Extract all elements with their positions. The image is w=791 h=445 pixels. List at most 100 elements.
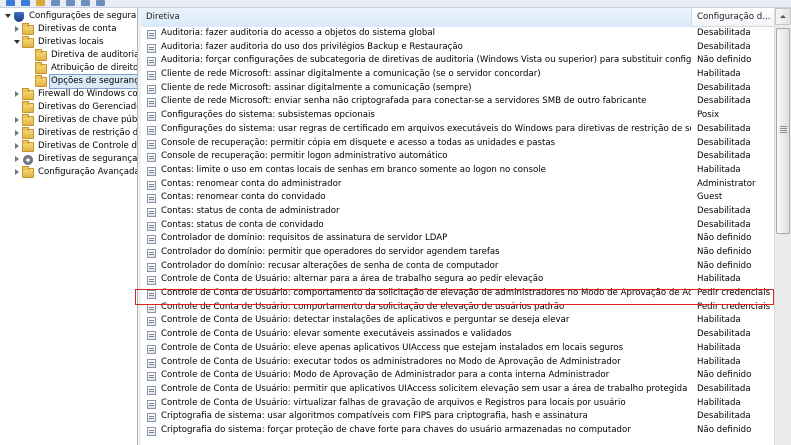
policy-row[interactable]: Contas: limite o uso em contas locais de… — [141, 164, 774, 178]
policy-row[interactable]: Controle de Conta de Usuário: comportame… — [141, 301, 774, 315]
policy-setting: Desabilitada — [697, 329, 751, 340]
policy-name: Controlador do domínio: permitir que ope… — [161, 247, 500, 257]
policy-row[interactable]: Controlador de domínio: requisitos de as… — [141, 232, 774, 246]
policy-row[interactable]: Configurações do sistema: subsistemas op… — [141, 109, 774, 123]
policy-row[interactable]: Auditoria: fazer auditoria do uso dos pr… — [141, 41, 774, 55]
policy-icon — [147, 221, 156, 231]
tree-item-label: Configuração Avançada da — [38, 167, 138, 177]
policy-row[interactable]: Console de recuperação: permitir logon a… — [141, 150, 774, 164]
tree-item[interactable]: Firewall do Windows com — [13, 87, 138, 101]
tree-item[interactable]: Diretiva de auditoria — [26, 48, 137, 62]
tree-item[interactable]: Diretivas de conta — [13, 22, 118, 36]
tree-item[interactable]: Diretivas de chave pública — [13, 113, 137, 127]
policy-name: Controle de Conta de Usuário: executar t… — [161, 356, 621, 367]
policy-row[interactable]: Contas: renomear conta do administrador A… — [141, 178, 774, 192]
policy-row[interactable]: Controle de Conta de Usuário: virtualiza… — [141, 397, 774, 411]
tree-item[interactable]: Configurações de segurança — [4, 10, 137, 23]
scroll-up-button[interactable] — [775, 8, 791, 25]
vertical-scrollbar[interactable] — [774, 8, 791, 445]
folder-icon — [22, 165, 34, 178]
tree-item[interactable]: Diretivas de segurança IP c — [13, 153, 137, 166]
policy-name: Criptografia de sistema: usar algoritmos… — [161, 411, 588, 422]
expand-arrow-icon[interactable] — [13, 166, 21, 179]
policy-row[interactable]: Console de recuperação: permitir cópia e… — [141, 137, 774, 151]
policy-row[interactable]: Cliente de rede Microsoft: enviar senha … — [141, 95, 774, 109]
tree-item-label: Firewall do Windows com — [38, 89, 138, 99]
export-list-icon — [66, 0, 75, 6]
policy-name: Contas: renomear conta do administrador — [161, 178, 342, 189]
policy-row[interactable]: Controle de Conta de Usuário: comportame… — [141, 287, 774, 301]
folder-icon — [22, 35, 34, 48]
policy-icon — [147, 84, 156, 94]
policy-setting: Pedir credenciais — [697, 301, 771, 312]
policy-row[interactable]: Controle de Conta de Usuário: detectar i… — [141, 314, 774, 328]
show-hide-tree-button[interactable] — [49, 0, 62, 7]
policy-row[interactable]: Contas: status de conta de administrador… — [141, 205, 774, 219]
policy-row[interactable]: Auditoria: forçar configurações de subca… — [141, 54, 774, 68]
policy-name: Auditoria: fazer auditoria do uso dos pr… — [161, 41, 463, 52]
expand-arrow-icon[interactable] — [13, 88, 21, 101]
policy-name: Controle de Conta de Usuário: virtualiza… — [161, 397, 626, 408]
policy-row[interactable]: Controle de Conta de Usuário: executar t… — [141, 356, 774, 370]
policy-setting: Desabilitada — [697, 28, 751, 38]
expand-arrow-icon[interactable] — [13, 153, 21, 166]
policy-row[interactable]: Criptografia de sistema: usar algoritmos… — [141, 410, 774, 424]
column-header-policy[interactable]: Diretiva — [141, 8, 692, 27]
tree-item[interactable]: Diretivas de Controle de A — [13, 139, 137, 153]
folder-icon — [22, 87, 34, 100]
policy-setting: Habilitada — [697, 356, 741, 367]
policy-row[interactable]: Controle de Conta de Usuário: eleve apen… — [141, 342, 774, 356]
policy-row[interactable]: Controlador do domínio: permitir que ope… — [141, 246, 774, 260]
policy-icon — [147, 276, 156, 286]
policy-row[interactable]: Cliente de rede Microsoft: assinar digit… — [141, 68, 774, 82]
collapse-arrow-icon[interactable] — [4, 10, 12, 23]
policy-row[interactable]: Criptografia do sistema: forçar proteção… — [141, 424, 774, 438]
policy-setting: Posix — [697, 110, 720, 121]
properties-button[interactable] — [94, 0, 107, 7]
policy-name: Controle de Conta de Usuário: permitir q… — [161, 383, 688, 394]
tree-item[interactable]: Configuração Avançada da — [13, 165, 138, 179]
policy-icon — [147, 57, 156, 67]
policy-name: Controle de Conta de Usuário: eleve apen… — [161, 342, 624, 353]
policy-row[interactable]: Controlador do domínio: recusar alteraçõ… — [141, 260, 774, 274]
policy-setting: Habilitada — [697, 342, 741, 353]
policy-row[interactable]: Controle de Conta de Usuário: permitir q… — [141, 383, 774, 397]
policy-row[interactable]: Configurações do sistema: usar regras de… — [141, 123, 774, 137]
up-folder-button[interactable] — [34, 0, 47, 7]
expand-arrow-icon[interactable] — [13, 127, 21, 140]
policy-row[interactable]: Controle de Conta de Usuário: elevar som… — [141, 328, 774, 342]
policy-row[interactable]: Auditoria: fazer auditoria do acesso a o… — [141, 27, 774, 41]
policy-icon — [147, 290, 156, 300]
expand-arrow-icon[interactable] — [13, 23, 21, 36]
tree-item[interactable]: Diretivas do Gerenciador c — [13, 100, 137, 114]
tree-item[interactable]: Atribuição de direitos — [26, 61, 137, 75]
policy-row[interactable]: Cliente de rede Microsoft: assinar digit… — [141, 82, 774, 96]
column-header-setting[interactable]: Configuração d... — [692, 8, 774, 27]
policy-name: Console de recuperação: permitir logon a… — [161, 151, 448, 162]
policy-icon — [147, 43, 156, 53]
tree-item[interactable]: Diretivas de restrição de sc — [13, 126, 137, 140]
expand-arrow-icon[interactable] — [13, 114, 21, 127]
policy-icon — [147, 235, 156, 245]
tree-item[interactable]: Opções de segurança — [26, 74, 137, 89]
policy-row[interactable]: Contas: renomear conta do convidado Guest — [141, 191, 774, 205]
tree-item[interactable]: Diretivas locais — [13, 35, 104, 49]
export-list-button[interactable] — [64, 0, 77, 7]
policy-icon — [147, 331, 156, 341]
collapse-arrow-icon[interactable] — [13, 36, 21, 49]
forward-button[interactable] — [19, 0, 32, 7]
policy-icon — [147, 180, 156, 190]
expand-arrow-icon[interactable] — [13, 140, 21, 153]
policy-setting: Desabilitada — [697, 82, 751, 93]
policy-row[interactable]: Controle de Conta de Usuário: Modo de Ap… — [141, 369, 774, 383]
scroll-thumb[interactable] — [776, 28, 790, 234]
policy-setting: Desabilitada — [697, 219, 751, 230]
policy-row[interactable]: Contas: status de conta de convidado Desa… — [141, 219, 774, 233]
help-button[interactable] — [79, 0, 92, 7]
policy-setting: Não definido — [697, 55, 752, 66]
back-button[interactable] — [4, 0, 17, 7]
tree-item-label: Opções de segurança — [48, 74, 137, 89]
policy-setting: Habilitada — [697, 274, 741, 285]
policy-icon — [147, 153, 156, 163]
policy-row[interactable]: Controle de Conta de Usuário: alternar p… — [141, 273, 774, 287]
